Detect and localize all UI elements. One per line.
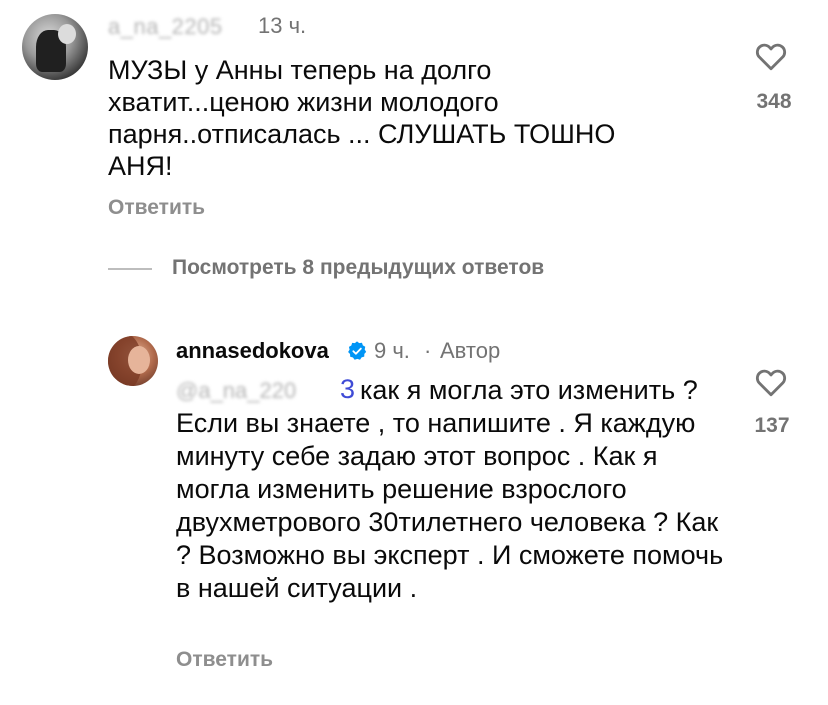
comment-username[interactable]: annasedokova xyxy=(176,338,329,364)
comment-text: как я могла это изменить ? Если вы знает… xyxy=(176,375,724,603)
verified-badge-icon xyxy=(348,341,367,360)
heart-outline-icon[interactable] xyxy=(752,364,790,400)
reply-button[interactable]: Ответить xyxy=(176,648,273,672)
like-count: 137 xyxy=(754,414,790,437)
like-count: 348 xyxy=(756,90,792,113)
separator-dot: · xyxy=(424,338,432,363)
reply-button[interactable]: Ответить xyxy=(108,196,205,220)
author-badge: Автор xyxy=(440,338,501,363)
divider-line xyxy=(108,268,152,270)
avatar[interactable] xyxy=(22,14,88,80)
heart-outline-icon[interactable] xyxy=(752,38,790,74)
view-previous-replies-button[interactable]: Посмотреть 8 предыдущих ответов xyxy=(172,256,544,280)
comment-text: МУЗЫ у Анны теперь на долго хватит...цен… xyxy=(108,55,616,181)
comment-time: 9 ч. xyxy=(374,338,410,363)
comment-username[interactable]: a_na_2205 xyxy=(108,14,223,40)
avatar[interactable] xyxy=(108,336,158,386)
comment-time: 13 ч. xyxy=(258,13,307,38)
